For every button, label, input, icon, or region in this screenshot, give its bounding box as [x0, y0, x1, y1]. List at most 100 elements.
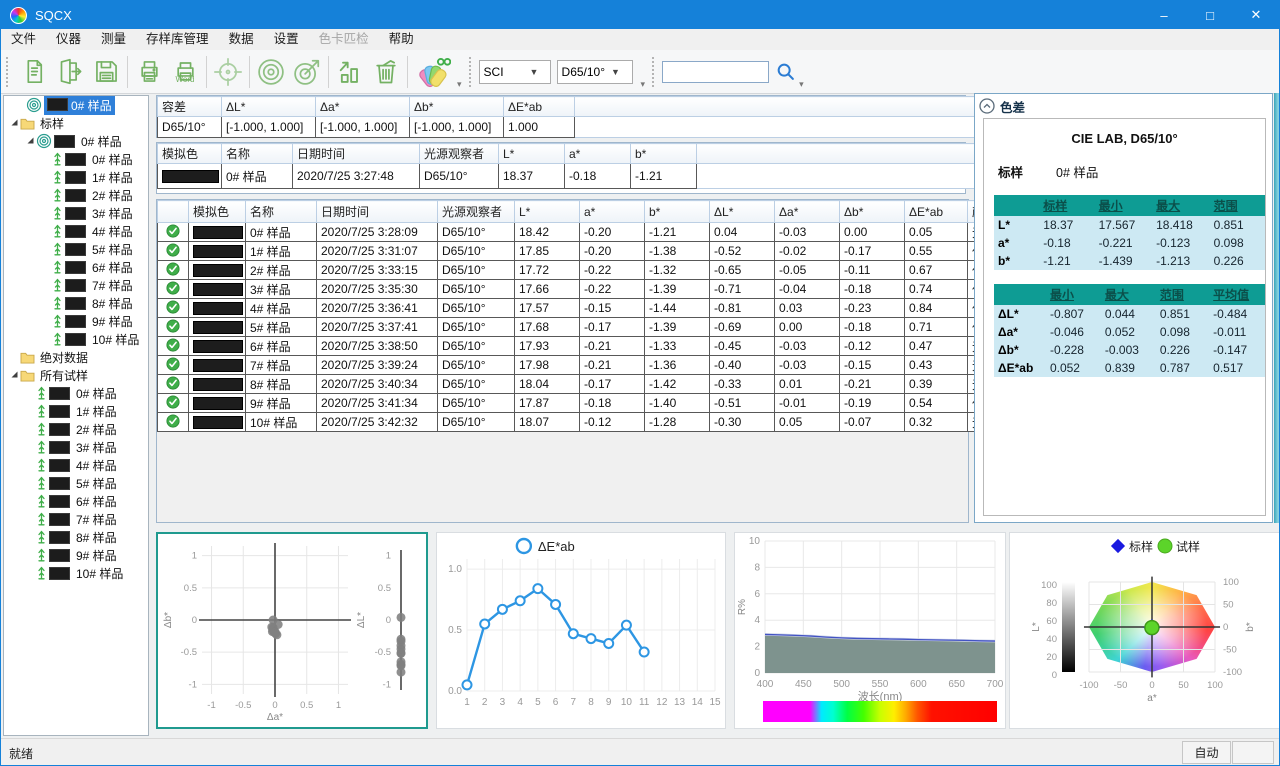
col-header[interactable]: L* [515, 201, 580, 223]
col-header[interactable]: Δb* [410, 97, 504, 117]
close-button[interactable]: ✕ [1233, 1, 1279, 29]
tree-item[interactable]: 6# 样品 [4, 258, 148, 276]
col-header[interactable]: Δa* [775, 201, 840, 223]
col-header[interactable]: 名称 [222, 144, 293, 164]
sample-row[interactable]: 6# 样品2020/7/25 3:38:50D65/10°17.93-0.21-… [158, 337, 1095, 356]
toolbar-overflow-icon[interactable]: ▾ [799, 79, 804, 90]
toolbar-overflow-icon[interactable]: ▾ [457, 79, 462, 90]
tree-item[interactable]: 2# 样品 [4, 420, 148, 438]
scatter-chart-panel[interactable]: -1-1-0.5-0.5000.50.511Δb*Δa*10.50-0.5-1Δ… [156, 532, 428, 729]
export-button[interactable] [52, 53, 88, 91]
panel-splitter[interactable] [1274, 93, 1280, 523]
expander-icon[interactable] [10, 118, 19, 127]
col-header[interactable]: a* [580, 201, 645, 223]
tree-item[interactable]: 0# 样品 [4, 132, 148, 150]
tree-item[interactable]: 0# 样品 [4, 150, 148, 168]
maximize-button[interactable]: □ [1187, 1, 1233, 29]
mode-select[interactable]: SCI ▼ [479, 60, 551, 84]
tree-item[interactable]: 绝对数据 [4, 348, 148, 366]
tree-item[interactable]: 标样 [4, 114, 148, 132]
tree-item[interactable]: 8# 样品 [4, 528, 148, 546]
tree-item[interactable]: 1# 样品 [4, 168, 148, 186]
calibrate-target-button[interactable] [210, 53, 246, 91]
sample-row[interactable]: 7# 样品2020/7/25 3:39:24D65/10°17.98-0.21-… [158, 356, 1095, 375]
collapse-panel-icon[interactable] [979, 98, 995, 114]
col-header[interactable]: 光源观察者 [438, 201, 515, 223]
tree-item[interactable]: 4# 样品 [4, 456, 148, 474]
col-header[interactable]: L* [499, 144, 565, 164]
tree-item[interactable]: 5# 样品 [4, 240, 148, 258]
expander-icon[interactable] [10, 370, 19, 379]
expander-icon[interactable] [26, 136, 35, 145]
col-header[interactable]: 模拟色 [189, 201, 246, 223]
save-button[interactable] [88, 53, 124, 91]
tree-item[interactable]: 10# 样品 [4, 330, 148, 348]
search-icon[interactable] [775, 61, 797, 83]
sample-row[interactable]: 2# 样品2020/7/25 3:33:15D65/10°17.72-0.22-… [158, 261, 1095, 280]
measure-sample-button[interactable] [332, 53, 368, 91]
toolbar-grip[interactable] [469, 57, 475, 87]
tree-item[interactable]: 4# 样品 [4, 222, 148, 240]
tree-item[interactable]: 1# 样品 [4, 402, 148, 420]
col-header[interactable]: 容差 [158, 97, 222, 117]
tree-item[interactable]: 6# 样品 [4, 492, 148, 510]
tree-item[interactable]: 10# 样品 [4, 564, 148, 582]
menu-item-0[interactable]: 文件 [1, 29, 46, 50]
color-card-check-button[interactable] [411, 53, 455, 91]
new-file-button[interactable] [16, 53, 52, 91]
menu-item-4[interactable]: 数据 [219, 29, 264, 50]
col-header[interactable]: 模拟色 [158, 144, 222, 164]
tree-item[interactable]: 7# 样品 [4, 276, 148, 294]
menu-item-3[interactable]: 存样库管理 [136, 29, 219, 50]
search-input[interactable] [662, 61, 769, 83]
tree-item[interactable]: 7# 样品 [4, 510, 148, 528]
tree-item[interactable]: 8# 样品 [4, 294, 148, 312]
tree-item[interactable]: 2# 样品 [4, 186, 148, 204]
col-header[interactable] [158, 201, 189, 223]
tree-item[interactable]: 9# 样品 [4, 312, 148, 330]
toolbar-overflow-icon[interactable]: ▾ [641, 79, 646, 90]
tree-item[interactable]: 9# 样品 [4, 546, 148, 564]
sample-row[interactable]: 1# 样品2020/7/25 3:31:07D65/10°17.85-0.20-… [158, 242, 1095, 261]
tolerance-row[interactable]: D65/10°[-1.000, 1.000][-1.000, 1.000][-1… [158, 117, 1020, 138]
menu-item-6[interactable]: 色卡匹检 [309, 29, 379, 50]
tree-item[interactable]: 5# 样品 [4, 474, 148, 492]
col-header[interactable]: 日期时间 [317, 201, 438, 223]
print-word-button[interactable]: Word [167, 53, 203, 91]
illuminant-select[interactable]: D65/10° ▼ [557, 60, 633, 84]
menu-item-2[interactable]: 测量 [91, 29, 136, 50]
sample-row[interactable]: 4# 样品2020/7/25 3:36:41D65/10°17.57-0.15-… [158, 299, 1095, 318]
col-header[interactable]: ΔL* [710, 201, 775, 223]
tree-item[interactable]: 0# 样品 [4, 384, 148, 402]
print-button[interactable] [131, 53, 167, 91]
col-header[interactable]: b* [645, 201, 710, 223]
col-header[interactable]: 名称 [246, 201, 317, 223]
sample-row[interactable]: 9# 样品2020/7/25 3:41:34D65/10°17.87-0.18-… [158, 394, 1095, 413]
tree-item-selected-standard[interactable]: 0# 样品 [4, 96, 148, 114]
col-header[interactable]: a* [565, 144, 631, 164]
toolbar-grip[interactable] [652, 57, 658, 87]
col-header[interactable]: ΔL* [222, 97, 316, 117]
auto-mode-button[interactable]: 自动 [1182, 741, 1231, 764]
menu-item-1[interactable]: 仪器 [46, 29, 91, 50]
col-header[interactable]: Δb* [840, 201, 905, 223]
col-header[interactable]: 光源观察者 [420, 144, 499, 164]
spectral-chart-panel[interactable]: 0246810400450500550600650700R%波长(nm) [734, 532, 1006, 729]
tree-item[interactable]: 所有试样 [4, 366, 148, 384]
tree-item[interactable]: 3# 样品 [4, 438, 148, 456]
sample-row[interactable]: 0# 样品2020/7/25 3:28:09D65/10°18.42-0.20-… [158, 223, 1095, 242]
calibration-button[interactable] [253, 53, 289, 91]
deltae-trend-chart-panel[interactable]: ΔE*ab1234567891011121314150.00.51.0 [436, 532, 726, 729]
sample-row[interactable]: 10# 样品2020/7/25 3:42:32D65/10°18.07-0.12… [158, 413, 1095, 432]
menu-item-7[interactable]: 帮助 [379, 29, 424, 50]
gamut-chart-panel[interactable]: 标样试样100806040200L*-100-50050100a*100500-… [1009, 532, 1280, 729]
delete-button[interactable] [368, 53, 404, 91]
minimize-button[interactable]: – [1141, 1, 1187, 29]
col-header[interactable]: b* [631, 144, 697, 164]
sample-row[interactable]: 5# 样品2020/7/25 3:37:41D65/10°17.68-0.17-… [158, 318, 1095, 337]
sample-row[interactable]: 3# 样品2020/7/25 3:35:30D65/10°17.66-0.22-… [158, 280, 1095, 299]
col-header[interactable]: ΔE*ab [504, 97, 575, 117]
sample-row[interactable]: 8# 样品2020/7/25 3:40:34D65/10°18.04-0.17-… [158, 375, 1095, 394]
col-header[interactable]: ΔE*ab [905, 201, 968, 223]
measure-standard-button[interactable] [289, 53, 325, 91]
